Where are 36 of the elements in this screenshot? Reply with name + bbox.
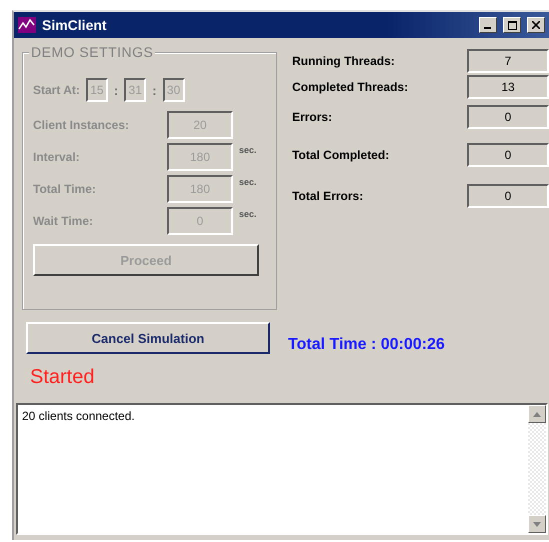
stat-label: Total Errors: xyxy=(292,189,364,203)
group-title: DEMO SETTINGS xyxy=(29,44,156,60)
scroll-up-icon[interactable] xyxy=(528,405,546,423)
stat-value: 13 xyxy=(467,75,549,99)
stat-value: 0 xyxy=(467,143,549,167)
log-box[interactable]: 20 clients connected. xyxy=(16,403,548,535)
log-line: 20 clients connected. xyxy=(22,409,136,423)
unit-label: sec. xyxy=(239,145,257,155)
field-label: Client Instances: xyxy=(33,118,130,132)
total-time: Total Time : 00:00:26 xyxy=(288,336,445,354)
separator: : xyxy=(114,82,118,98)
maximize-button[interactable] xyxy=(503,17,521,33)
stat-value: 0 xyxy=(467,184,549,208)
status-text: Started xyxy=(30,366,94,389)
field-label: Start At: xyxy=(33,83,80,97)
close-icon xyxy=(532,21,540,29)
field-label: Interval: xyxy=(33,150,81,164)
stat-value: 7 xyxy=(467,49,549,73)
maximize-icon xyxy=(508,20,516,30)
stat-label: Running Threads: xyxy=(292,54,395,68)
app-icon xyxy=(18,17,36,33)
close-button[interactable] xyxy=(527,17,545,33)
window-title: SimClient xyxy=(42,17,108,33)
cancel-button[interactable]: Cancel Simulation xyxy=(26,322,270,354)
field-label: Total Time: xyxy=(33,182,97,196)
unit-label: sec. xyxy=(239,177,257,187)
scrollbar[interactable] xyxy=(528,405,546,533)
stat-value: 0 xyxy=(467,105,549,129)
separator: : xyxy=(152,82,157,98)
minimize-button[interactable] xyxy=(479,17,497,33)
stat-label: Total Completed: xyxy=(292,148,390,162)
unit-label: sec. xyxy=(239,209,257,219)
field-label: Wait Time: xyxy=(33,214,94,228)
scroll-down-icon[interactable] xyxy=(528,515,546,533)
stat-label: Errors: xyxy=(292,110,332,124)
stat-label: Completed Threads: xyxy=(292,80,408,94)
